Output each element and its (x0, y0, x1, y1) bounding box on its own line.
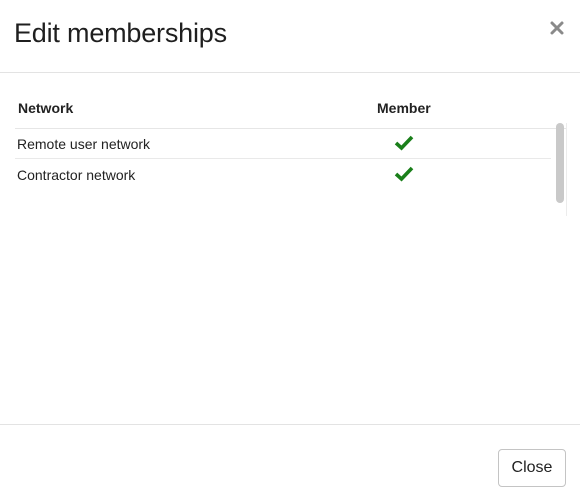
network-name: Contractor network (17, 167, 136, 183)
network-name: Remote user network (17, 136, 151, 152)
close-icon[interactable] (548, 18, 566, 38)
memberships-table-scroll[interactable]: Remote user network Contractor network (15, 123, 567, 216)
dialog-footer: Close (0, 424, 580, 499)
checkmark-icon (394, 134, 414, 152)
dialog-body: Network Member Remote user network Contr… (0, 74, 580, 424)
scrollbar[interactable] (556, 123, 564, 203)
dialog-header: Edit memberships (0, 0, 580, 73)
close-button[interactable]: Close (498, 449, 566, 487)
checkmark-icon (394, 165, 414, 183)
table-row: Contractor network (15, 159, 551, 190)
column-header-member: Member (377, 100, 431, 116)
edit-memberships-dialog: Edit memberships Network Member Remote u… (0, 0, 580, 499)
column-header-network: Network (18, 100, 74, 116)
dialog-title: Edit memberships (14, 18, 227, 48)
table-row: Remote user network (15, 128, 551, 159)
